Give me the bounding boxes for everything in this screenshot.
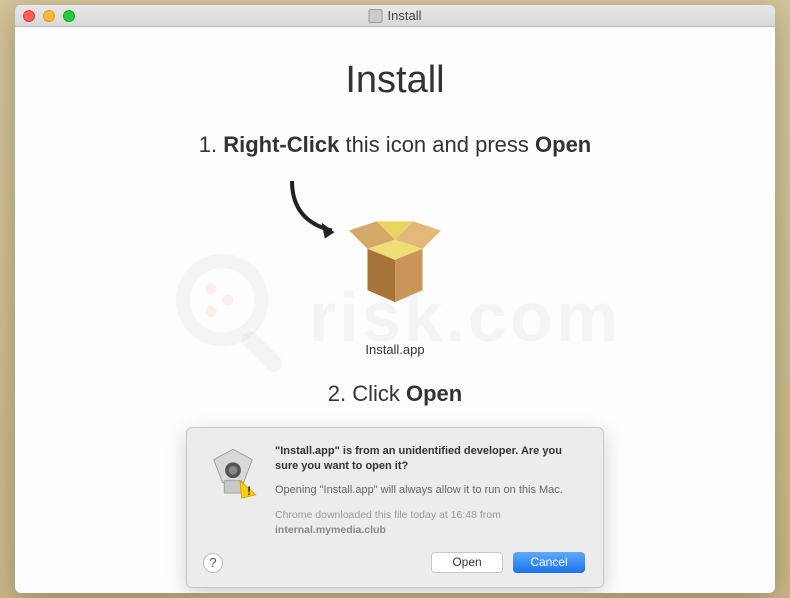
dialog-subtitle: Opening "Install.app" will always allow … [275, 483, 585, 498]
finder-window: Install risk.com Install 1. Right-Click … [15, 5, 775, 593]
svg-text:!: ! [247, 484, 251, 498]
window-title-text: Install [388, 8, 422, 23]
window-title: Install [369, 8, 422, 23]
step2-bold: Open [406, 381, 462, 406]
arrow-icon [280, 173, 360, 253]
open-button[interactable]: Open [431, 552, 503, 573]
content-area: risk.com Install 1. Right-Click this ico… [15, 27, 775, 593]
titlebar: Install [15, 5, 775, 27]
file-label[interactable]: Install.app [55, 342, 735, 357]
step-1: 1. Right-Click this icon and press Open [55, 132, 735, 158]
cancel-button[interactable]: Cancel [513, 552, 585, 573]
dialog-title: "Install.app" is from an unidentified de… [275, 444, 585, 475]
page-title: Install [55, 59, 735, 102]
help-button[interactable]: ? [203, 553, 223, 573]
step1-prefix: 1. [199, 132, 223, 157]
step1-bold1: Right-Click [223, 132, 339, 157]
close-button[interactable] [23, 10, 35, 22]
disk-icon [369, 9, 383, 23]
minimize-button[interactable] [43, 10, 55, 22]
step1-mid: this icon and press [339, 132, 535, 157]
dialog-meta-source: internal.mymedia.club [275, 524, 386, 536]
dialog-meta-line: Chrome downloaded this file today at 16:… [275, 509, 501, 521]
step2-prefix: 2. Click [328, 381, 406, 406]
dialog-buttons: Open Cancel [275, 552, 585, 573]
icon-area [55, 168, 735, 348]
gatekeeper-dialog: ! "Install.app" is from an unidentified … [186, 427, 604, 588]
step1-bold2: Open [535, 132, 591, 157]
dialog-meta: Chrome downloaded this file today at 16:… [275, 508, 585, 537]
step-2: 2. Click Open [55, 381, 735, 407]
traffic-lights [15, 10, 75, 22]
gatekeeper-icon: ! [205, 444, 261, 500]
maximize-button[interactable] [63, 10, 75, 22]
dialog-body: "Install.app" is from an unidentified de… [275, 444, 585, 573]
